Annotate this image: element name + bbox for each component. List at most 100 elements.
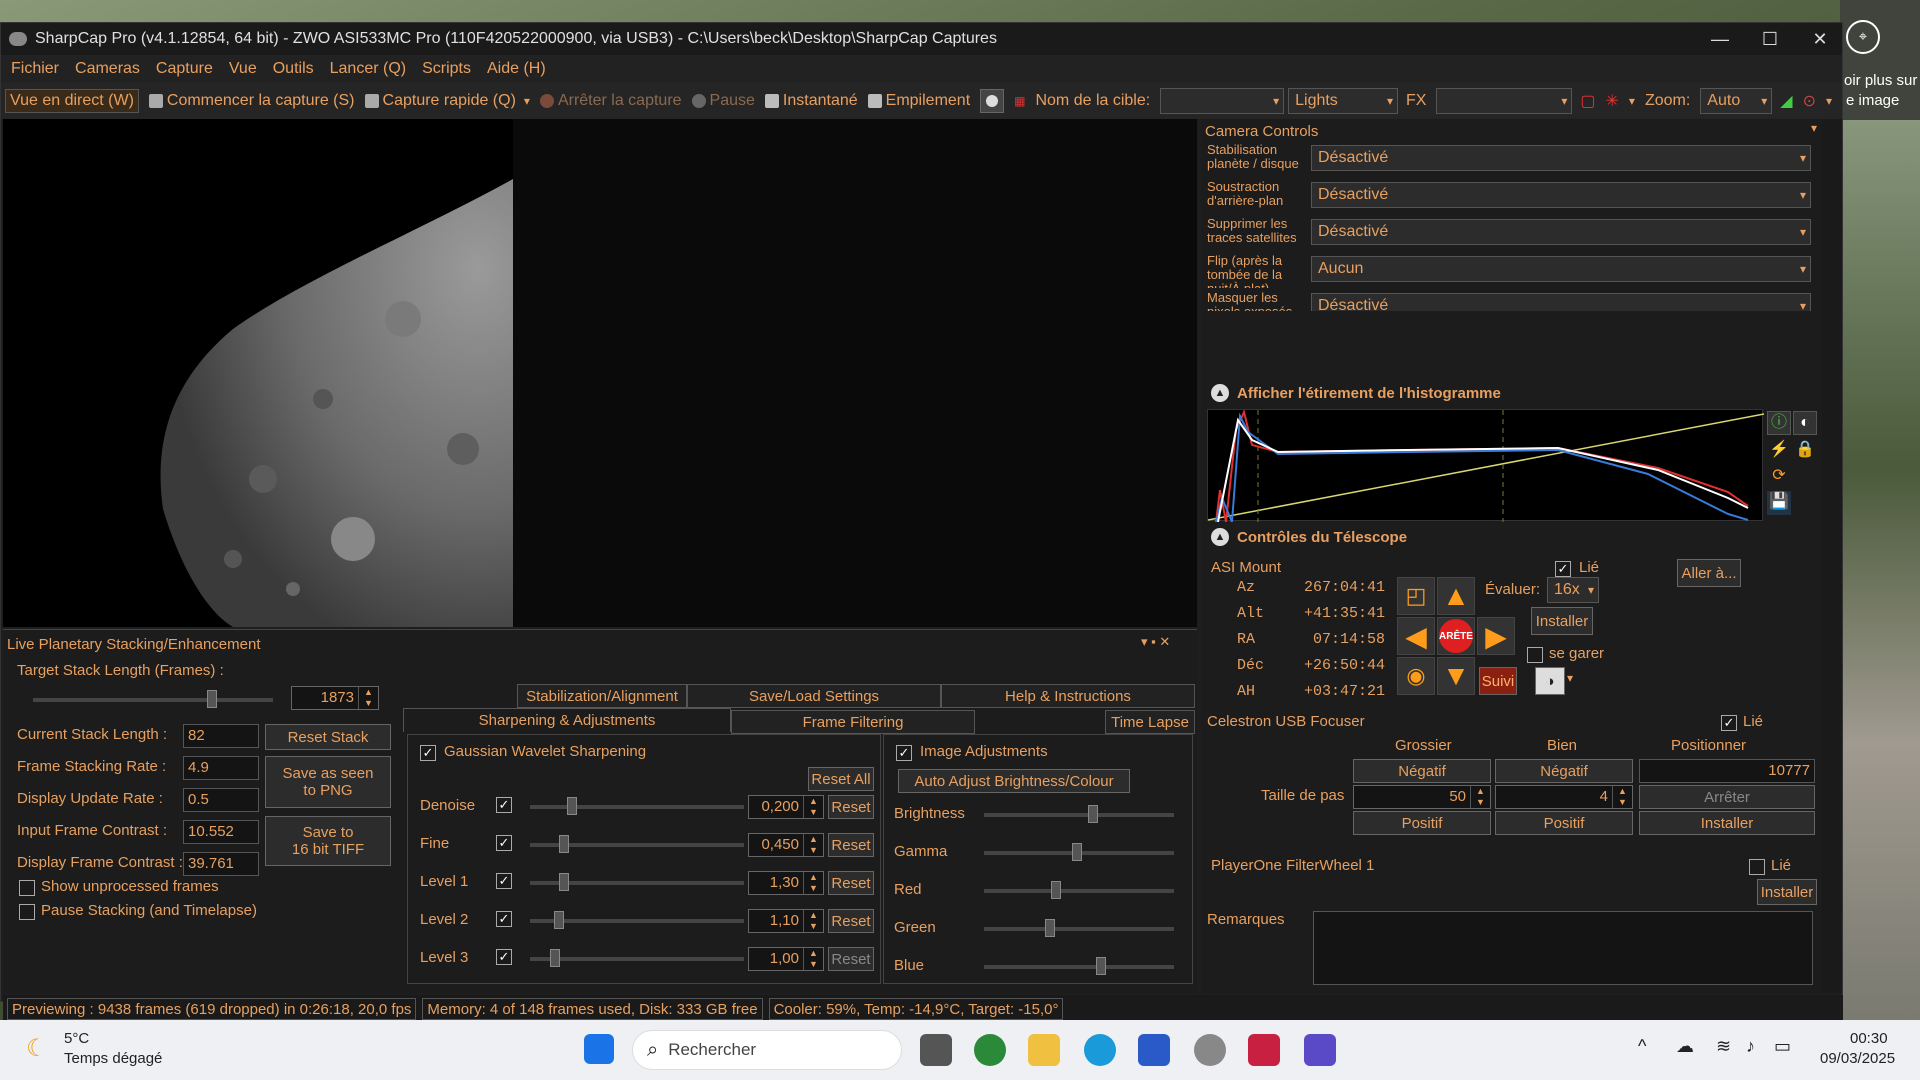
moon-icon[interactable] — [980, 89, 1005, 113]
slider-thumb[interactable] — [554, 911, 565, 929]
slider-thumb[interactable] — [566, 797, 577, 815]
reset-stack-button[interactable]: Reset Stack — [265, 724, 391, 750]
wavelet-row-value-input[interactable]: 0,200 ▲ ▼ — [748, 795, 824, 819]
magnifier-icon[interactable]: ⊙ — [1803, 91, 1816, 111]
stop-mount-button[interactable]: ARÊTE — [1437, 617, 1475, 655]
filterwheel-install-button[interactable]: Installer — [1757, 879, 1817, 905]
slider-thumb[interactable] — [558, 873, 569, 891]
teams-icon[interactable] — [1304, 1034, 1336, 1066]
focuser-install-button[interactable]: Installer — [1639, 811, 1815, 835]
save-icon[interactable]: 💾 — [1767, 491, 1791, 515]
taskbar-search[interactable]: ⌕ Rechercher — [632, 1030, 902, 1070]
mount-linked-checkbox[interactable]: ✓ — [1555, 561, 1571, 577]
menu-lancer[interactable]: Lancer (Q) — [330, 60, 406, 78]
menu-fichier[interactable]: Fichier — [11, 60, 59, 78]
camera-control-select[interactable]: Désactivé — [1311, 145, 1811, 171]
goto-button[interactable]: Aller à... — [1677, 559, 1741, 587]
fine-positive-button[interactable]: Positif — [1495, 811, 1633, 835]
auto-adjust-button[interactable]: Auto Adjust Brightness/Colour — [898, 769, 1130, 793]
stacking-button[interactable]: Empilement — [867, 92, 970, 110]
adjust-row-slider[interactable] — [984, 919, 1174, 937]
collapse-icon[interactable]: ▲ — [1211, 528, 1229, 546]
quick-capture-button[interactable]: Capture rapide (Q) ▾ — [364, 92, 530, 110]
chevron-down-icon[interactable]: ▾ — [524, 94, 530, 108]
spiral-icon[interactable]: ◰ — [1397, 577, 1435, 615]
camera-control-select[interactable]: Désactivé — [1311, 182, 1811, 208]
frame-type-select[interactable]: Lights — [1288, 88, 1399, 114]
telescope-header[interactable]: ▲ Contrôles du Télescope — [1205, 523, 1817, 551]
wavelet-row-reset-button[interactable]: Reset — [828, 947, 874, 971]
close-icon[interactable]: ✕ — [1795, 23, 1845, 55]
right-scrollbar[interactable] — [1822, 119, 1842, 993]
arrow-left-icon[interactable]: ◀ — [1397, 617, 1435, 655]
volume-icon[interactable]: ♪ — [1746, 1036, 1755, 1057]
coarse-step-input[interactable]: 50 ▲ ▼ — [1353, 785, 1491, 809]
menu-capture[interactable]: Capture — [156, 60, 213, 78]
crosshair-icon[interactable]: ✳ — [1606, 91, 1619, 111]
flat-icon[interactable]: ▦ — [1014, 94, 1025, 108]
wavelet-row-reset-button[interactable]: Reset — [828, 833, 874, 857]
rate-select[interactable]: 16x — [1547, 577, 1599, 603]
tab-save-load[interactable]: Save/Load Settings — [687, 684, 941, 708]
wavelet-row-slider[interactable] — [530, 797, 744, 815]
sharpcap-taskbar-icon[interactable] — [1194, 1034, 1226, 1066]
tab-sharpening[interactable]: Sharpening & Adjustments — [403, 708, 731, 732]
minimize-icon[interactable]: — — [1695, 23, 1745, 55]
chevron-down-icon[interactable]: ▾ — [1629, 94, 1635, 108]
mount-install-button[interactable]: Installer — [1531, 607, 1593, 635]
wavelet-row-reset-button[interactable]: Reset — [828, 909, 874, 933]
histogram-icon[interactable]: ◢ — [1780, 91, 1792, 111]
chevron-up-icon[interactable]: ^ — [1638, 1036, 1646, 1057]
show-unprocessed-checkbox[interactable] — [19, 880, 35, 896]
filterwheel-linked-checkbox[interactable] — [1749, 859, 1765, 875]
zoom-select[interactable]: Auto — [1700, 88, 1773, 114]
wifi-icon[interactable]: ≋ — [1716, 1036, 1731, 1057]
wallpaper-info-icon[interactable]: ⌖ — [1846, 20, 1880, 54]
wavelet-row-slider[interactable] — [530, 949, 744, 967]
wavelet-row-checkbox[interactable]: ✓ — [496, 873, 512, 889]
info-icon[interactable]: ⓘ — [1767, 411, 1791, 435]
night-icon[interactable]: ◑ — [1535, 667, 1565, 695]
task-view-icon[interactable] — [920, 1034, 952, 1066]
collapse-icon[interactable]: ▲ — [1211, 384, 1229, 402]
store-icon[interactable] — [1138, 1034, 1170, 1066]
slider-thumb[interactable] — [1095, 957, 1106, 975]
wavelet-row-slider[interactable] — [530, 911, 744, 929]
camera-preview[interactable] — [3, 119, 513, 627]
save-tiff-button[interactable]: Save to 16 bit TIFF — [265, 816, 391, 866]
track-button[interactable]: Suivi — [1479, 667, 1517, 695]
lock-icon[interactable]: 🔒 — [1793, 439, 1817, 463]
fx-select[interactable] — [1436, 88, 1573, 114]
arrow-up-icon[interactable]: ▲ — [1437, 577, 1475, 615]
windows-start-icon[interactable] — [584, 1034, 614, 1064]
slider-thumb[interactable] — [550, 949, 561, 967]
menu-vue[interactable]: Vue — [229, 60, 257, 78]
wavelet-row-value-input[interactable]: 1,30 ▲ ▼ — [748, 871, 824, 895]
camera-control-select[interactable]: Aucun — [1311, 256, 1811, 282]
snapshot-button[interactable]: Instantané — [764, 92, 858, 110]
tab-help[interactable]: Help & Instructions — [941, 684, 1195, 708]
tab-frame-filtering[interactable]: Frame Filtering — [731, 710, 975, 734]
tab-stabilization[interactable]: Stabilization/Alignment — [517, 684, 687, 708]
app-red-icon[interactable] — [1248, 1034, 1280, 1066]
target-name-select[interactable] — [1160, 88, 1285, 114]
focuser-stop-button[interactable]: Arrêter — [1639, 785, 1815, 809]
wavelet-row-checkbox[interactable]: ✓ — [496, 911, 512, 927]
slider-thumb[interactable] — [1072, 843, 1083, 861]
wavelet-row-slider[interactable] — [530, 835, 744, 853]
lightning-icon[interactable]: ⚡ — [1767, 439, 1791, 463]
refresh-icon[interactable]: ⟳ — [1767, 465, 1791, 489]
edge-icon[interactable] — [1084, 1034, 1116, 1066]
chevron-down-icon[interactable]: ▾ — [1567, 671, 1573, 685]
wavelet-row-value-input[interactable]: 1,10 ▲ ▼ — [748, 909, 824, 933]
histogram-header[interactable]: ▲ Afficher l'étirement de l'histogramme — [1205, 379, 1817, 407]
slider-thumb[interactable] — [1088, 805, 1099, 823]
red-box-icon[interactable]: ▢ — [1580, 91, 1595, 111]
chevron-down-icon[interactable]: ▾ — [1826, 94, 1832, 108]
live-view-button[interactable]: Vue en direct (W) — [5, 89, 139, 113]
fine-negative-button[interactable]: Négatif — [1495, 759, 1633, 783]
menu-aide[interactable]: Aide (H) — [487, 60, 546, 78]
tab-time-lapse[interactable]: Time Lapse — [1105, 710, 1195, 734]
pause-button[interactable]: Pause — [691, 92, 755, 110]
park-checkbox[interactable] — [1527, 647, 1543, 663]
